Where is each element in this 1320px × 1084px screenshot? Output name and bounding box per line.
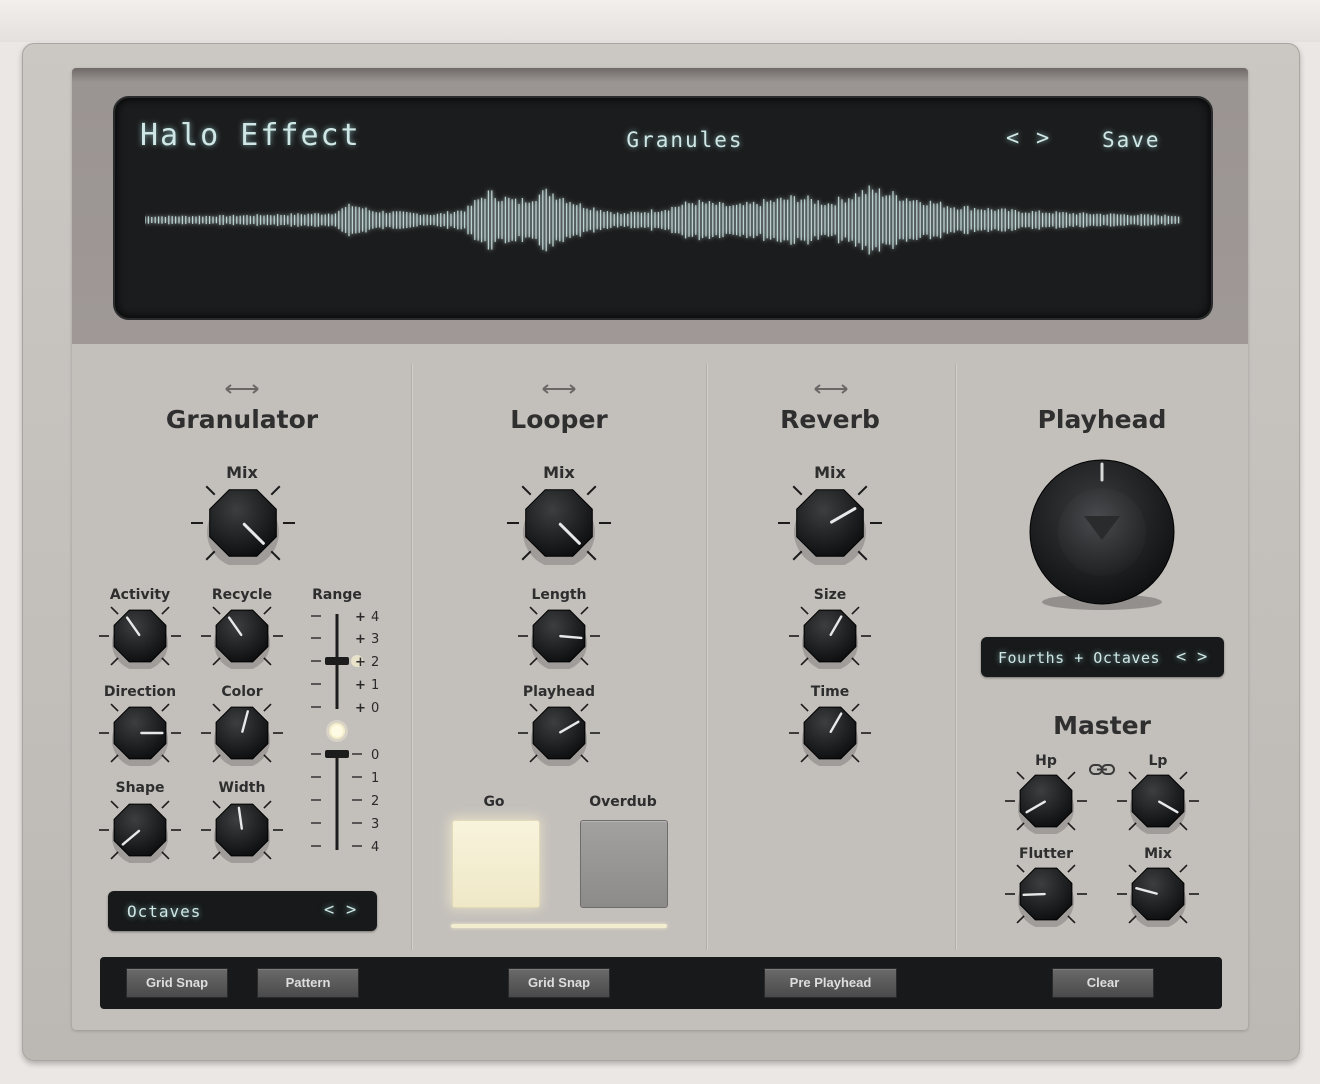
looper-swap-icon[interactable]: [539, 381, 579, 397]
lp-label: Lp: [1148, 753, 1168, 769]
granulator-title: Granulator: [165, 405, 319, 434]
playhead-knob[interactable]: [1022, 452, 1182, 616]
time-label: Time: [810, 684, 850, 700]
activity-knob[interactable]: [92, 603, 188, 669]
looper-grid-snap-button[interactable]: Grid Snap: [508, 968, 610, 998]
loop-progress-bar: [451, 924, 667, 928]
width-label: Width: [218, 780, 266, 796]
granulator-mix-knob[interactable]: [181, 481, 305, 565]
section-divider: [411, 364, 413, 950]
preset-name[interactable]: Granules: [560, 128, 810, 152]
looper-title: Looper: [510, 405, 608, 434]
reverb-mix-knob[interactable]: [768, 481, 892, 565]
shape-knob[interactable]: [92, 797, 188, 863]
range-top-tick-value: 3: [371, 632, 379, 647]
playhead-scale-prev[interactable]: <: [1176, 647, 1186, 667]
waveform-display: [145, 185, 1180, 255]
master-title: Master: [1053, 711, 1151, 740]
range-bottom-tick-value: 4: [371, 840, 379, 855]
color-knob[interactable]: [194, 700, 290, 766]
range-top-tick: +: [355, 610, 366, 625]
recycle-knob[interactable]: [194, 603, 290, 669]
range-bottom-tick-value: 3: [371, 817, 379, 832]
reverb-mix-label: Mix: [814, 463, 846, 482]
range-top-tick-value: 2: [371, 655, 379, 670]
granulator-scale-text: Octaves: [127, 902, 202, 921]
length-knob[interactable]: [511, 603, 607, 669]
length-label: Length: [531, 587, 587, 603]
granulator-swap-icon[interactable]: [222, 381, 262, 397]
hp-knob[interactable]: [998, 768, 1094, 834]
color-label: Color: [221, 684, 263, 700]
looper-playhead-label: Playhead: [522, 684, 596, 700]
size-label: Size: [813, 587, 847, 603]
save-button[interactable]: Save: [1102, 128, 1161, 152]
pattern-button[interactable]: Pattern: [257, 968, 359, 998]
looper-mix-label: Mix: [543, 463, 575, 482]
size-knob[interactable]: [782, 603, 878, 669]
playhead-title: Playhead: [1037, 405, 1167, 434]
preset-prev-button[interactable]: <: [1006, 126, 1019, 151]
granulator-scale-next[interactable]: >: [346, 900, 356, 920]
granulator-scale-prev[interactable]: <: [324, 900, 334, 920]
section-divider: [955, 364, 957, 950]
range-top-tick-value: 0: [371, 701, 379, 716]
reverb-title: Reverb: [780, 405, 880, 434]
pre-playhead-button[interactable]: Pre Playhead: [764, 968, 897, 998]
master-mix-knob[interactable]: [1110, 861, 1206, 927]
clear-button[interactable]: Clear: [1052, 968, 1154, 998]
range-label: Range: [312, 587, 362, 603]
looper-playhead-knob[interactable]: [511, 700, 607, 766]
time-knob[interactable]: [782, 700, 878, 766]
overdub-label: Overdub: [589, 794, 657, 810]
go-label: Go: [483, 794, 505, 810]
range-top-tick-value: 1: [371, 678, 379, 693]
grid-snap-button[interactable]: Grid Snap: [126, 968, 228, 998]
range-top-tick: +: [355, 655, 366, 670]
preset-next-button[interactable]: >: [1036, 126, 1049, 151]
range-top-tick: +: [355, 632, 366, 647]
section-divider: [706, 364, 708, 950]
range-top-tick: +: [355, 701, 366, 716]
window-top-strip: [0, 0, 1320, 42]
playhead-scale-text: Fourths + Octaves: [998, 649, 1161, 667]
range-bottom-tick-value: 0: [371, 748, 379, 763]
flutter-knob[interactable]: [998, 861, 1094, 927]
width-knob[interactable]: [194, 797, 290, 863]
go-pad[interactable]: [452, 820, 540, 908]
range-bottom-tick-value: 1: [371, 771, 379, 786]
flutter-label: Flutter: [1018, 846, 1074, 862]
playhead-scale-next[interactable]: >: [1197, 647, 1207, 667]
looper-mix-knob[interactable]: [497, 481, 621, 565]
plugin-name: Halo Effect: [140, 118, 361, 153]
granulator-mix-label: Mix: [226, 463, 258, 482]
master-mix-label: Mix: [1144, 846, 1172, 862]
range-slider[interactable]: +4 + 3 + 2 + 1 + 0 0 1 2 3 4: [305, 604, 387, 860]
range-bottom-tick-value: 2: [371, 794, 379, 809]
lp-knob[interactable]: [1110, 768, 1206, 834]
direction-knob[interactable]: [92, 700, 188, 766]
overdub-pad[interactable]: [580, 820, 668, 908]
range-top-tick-value: 4: [371, 610, 379, 625]
range-top-tick: +: [355, 678, 366, 693]
reverb-swap-icon[interactable]: [811, 381, 851, 397]
